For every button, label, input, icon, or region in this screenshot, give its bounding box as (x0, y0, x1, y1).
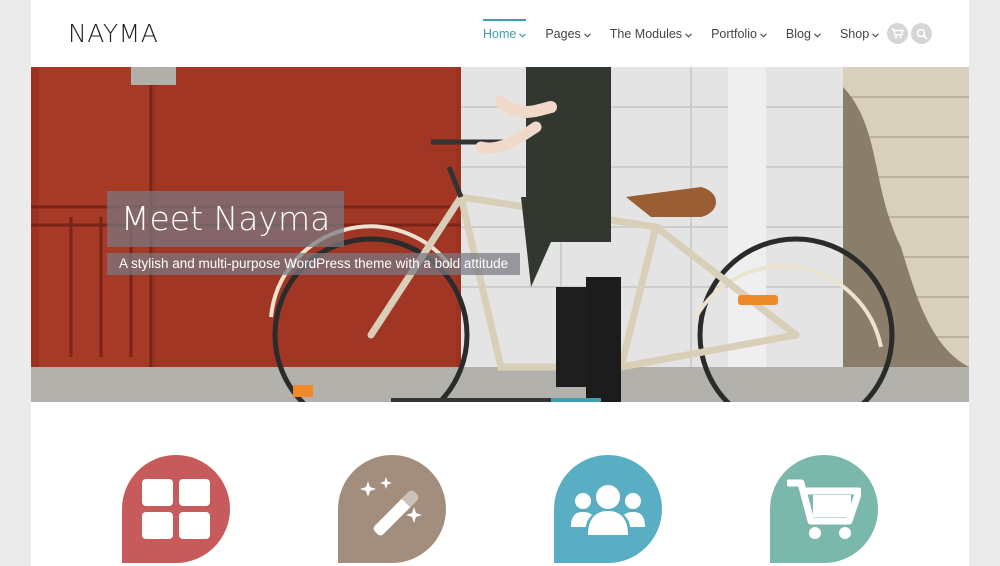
chevron-down-icon (872, 27, 880, 41)
chevron-down-icon (685, 27, 692, 41)
magic-wand-icon (360, 477, 422, 536)
users-icon (571, 485, 645, 535)
nav-item-home[interactable]: Home (483, 0, 527, 67)
header-actions (887, 23, 935, 44)
features-row (31, 455, 969, 566)
hero-slider: Meet Nayma A stylish and multi-purpose W… (31, 67, 969, 402)
search-icon[interactable] (911, 23, 932, 44)
feature-grid[interactable] (122, 455, 230, 563)
nav-item-the-modules[interactable]: The Modules (610, 0, 692, 67)
cart-icon (787, 479, 861, 539)
hero-title: Meet Nayma (107, 191, 345, 247)
feature-shop[interactable] (770, 455, 878, 563)
nav-item-portfolio[interactable]: Portfolio (711, 0, 767, 67)
chevron-down-icon (759, 27, 767, 41)
page: NAYMA Home Pages The Modules Portfolio B… (31, 0, 969, 566)
nav-item-label: Portfolio (711, 26, 757, 41)
feature-users[interactable] (554, 455, 662, 563)
site-header: NAYMA Home Pages The Modules Portfolio B… (31, 0, 969, 67)
nav-item-shop[interactable]: Shop (839, 0, 880, 67)
nav-item-label: Shop (839, 26, 870, 41)
chevron-down-icon (519, 27, 527, 41)
feature-magic[interactable] (338, 455, 446, 563)
nav-item-label: The Modules (609, 26, 683, 41)
nav-item-pages[interactable]: Pages (545, 0, 591, 67)
chevron-down-icon (583, 27, 591, 41)
main-nav: Home Pages The Modules Portfolio Blog Sh… (483, 0, 898, 67)
grid-icon (142, 479, 210, 539)
nav-item-label: Blog (785, 26, 811, 41)
hero-subtitle: A stylish and multi-purpose WordPress th… (107, 253, 521, 275)
nav-item-label: Home (483, 26, 517, 41)
site-logo[interactable]: NAYMA (68, 19, 158, 48)
nav-item-label: Pages (545, 26, 581, 41)
chevron-down-icon (814, 27, 821, 41)
cart-icon[interactable] (887, 23, 908, 44)
nav-item-blog[interactable]: Blog (786, 0, 821, 67)
